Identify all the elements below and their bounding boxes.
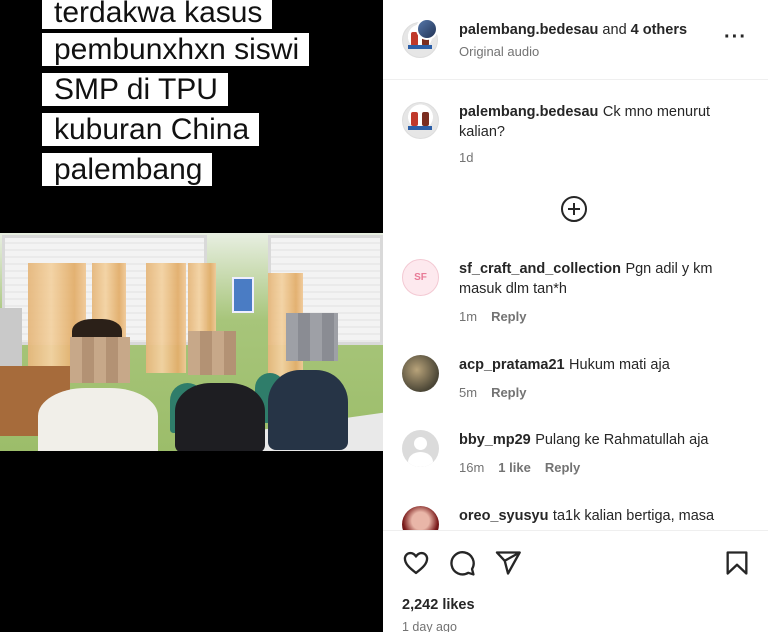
caption-line: SMP di TPU — [42, 73, 228, 106]
comment-text: Hukum mati aja — [569, 357, 670, 373]
comment-username[interactable]: palembang.bedesau — [459, 104, 598, 120]
comment-username[interactable]: sf_craft_and_collection — [459, 261, 621, 277]
original-audio-link[interactable]: Original audio — [459, 44, 539, 59]
post-header: palembang.bedesau and 4 others Original … — [383, 0, 768, 80]
and-text: and — [598, 22, 631, 38]
comment-time[interactable]: 1m — [459, 309, 477, 324]
heart-icon[interactable] — [402, 549, 430, 577]
post-actions: 2,242 likes 1 day ago — [383, 530, 768, 632]
comment-time[interactable]: 16m — [459, 460, 484, 475]
reply-button[interactable]: Reply — [545, 460, 580, 475]
caption-line: palembang — [42, 153, 213, 186]
caption-line: terdakwa kasus — [42, 0, 273, 29]
more-horizontal-icon[interactable]: ··· — [724, 27, 747, 47]
share-icon[interactable] — [494, 549, 522, 577]
likes-count[interactable]: 2,242 likes — [402, 597, 475, 613]
video-frame — [0, 233, 383, 451]
comment-username[interactable]: bby_mp29 — [459, 432, 531, 448]
post-timestamp[interactable]: 1 day ago — [402, 620, 457, 632]
bookmark-icon[interactable] — [723, 549, 751, 577]
commenter-avatar[interactable]: SF — [402, 259, 439, 296]
default-avatar-icon[interactable] — [402, 430, 439, 467]
comment-time[interactable]: 5m — [459, 385, 477, 400]
reply-button[interactable]: Reply — [491, 385, 526, 400]
author-username[interactable]: palembang.bedesau — [459, 22, 598, 38]
caption-line: pembunxhxn siswi — [42, 33, 310, 66]
reply-button[interactable]: Reply — [491, 309, 526, 324]
comment-text: ta1k kalian bertiga, masa — [552, 508, 715, 524]
comment-like-count[interactable]: 1 like — [498, 460, 531, 475]
comment-username[interactable]: acp_pratama21 — [459, 357, 565, 373]
comment-text: Pulang ke Rahmatullah aja — [535, 432, 709, 448]
comment-icon[interactable] — [448, 549, 476, 577]
comment-time[interactable]: 1d — [459, 150, 473, 165]
collaborators-link[interactable]: 4 others — [631, 22, 687, 38]
author-avatar[interactable] — [402, 102, 439, 139]
caption-line: kuburan China — [42, 113, 260, 146]
plus-circle-icon[interactable] — [561, 196, 587, 222]
post-sidebar: palembang.bedesau and 4 others Original … — [383, 0, 768, 632]
post-media[interactable]: terdakwa kasus pembunxhxn siswi SMP di T… — [0, 0, 383, 632]
commenter-avatar[interactable] — [402, 355, 439, 392]
video-caption-overlay: terdakwa kasus pembunxhxn siswi SMP di T… — [42, 0, 342, 193]
comment-username[interactable]: oreo_syusyu — [459, 508, 548, 524]
coauthor-avatar[interactable] — [416, 18, 438, 40]
